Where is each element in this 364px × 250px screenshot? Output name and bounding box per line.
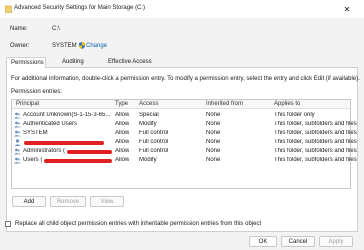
type-cell: Allow	[115, 157, 130, 163]
access-cell: Modify	[139, 157, 157, 163]
user-icon	[14, 139, 21, 146]
ok-button[interactable]: OK	[249, 236, 277, 247]
principal-cell: Account Unknown(S-1-15-3-65...	[23, 112, 111, 118]
permission-entries-table: Principal Type Access Inherited from App…	[11, 99, 357, 189]
table-header: Principal Type Access Inherited from App…	[12, 100, 350, 109]
inherited-cell: None	[206, 112, 221, 118]
name-label: Name:	[10, 26, 28, 32]
permissions-panel: For additional information, double-click…	[6, 68, 360, 232]
close-button[interactable]: ✕	[340, 3, 354, 15]
title-bar: Advanced Security Settings for Main Stor…	[0, 0, 364, 18]
type-cell: Allow	[115, 148, 130, 154]
remove-button[interactable]: Remove	[50, 196, 86, 207]
apply-button[interactable]: Apply	[319, 236, 353, 247]
user-group-icon	[14, 121, 21, 128]
folder-security-icon	[5, 5, 12, 13]
info-text: For additional information, double-click…	[11, 76, 360, 82]
owner-label: Owner:	[10, 43, 30, 49]
inherited-cell: None	[206, 157, 221, 163]
redaction-mark	[44, 159, 112, 163]
table-row[interactable]: Users ( Allow Modify None This folder, s…	[12, 156, 357, 165]
col-inherited-from[interactable]: Inherited from	[206, 101, 243, 107]
access-cell: Full control	[139, 130, 169, 136]
principal-cell: Authenticated Users	[23, 121, 78, 127]
type-cell: Allow	[115, 139, 130, 145]
access-cell: Full control	[139, 139, 169, 145]
user-group-icon	[14, 148, 21, 155]
owner-value: SYSTEM	[52, 43, 77, 49]
table-row[interactable]: Authenticated Users Allow Modify None Th…	[12, 120, 357, 129]
view-button[interactable]: View	[90, 196, 124, 207]
tab-bar: Permissions Auditing Effective Access	[6, 57, 358, 69]
applies-cell: This folder, subfolders and files	[274, 139, 357, 145]
principal-cell: SYSTEM	[23, 130, 48, 136]
access-cell: Full control	[139, 148, 169, 154]
table-row[interactable]: Allow Full control None This folder, sub…	[12, 138, 357, 147]
inherited-cell: None	[206, 130, 221, 136]
close-icon: ✕	[343, 4, 351, 14]
type-cell: Allow	[115, 121, 130, 127]
access-cell: Special	[139, 112, 159, 118]
col-access[interactable]: Access	[139, 101, 158, 107]
table-row[interactable]: SYSTEM Allow Full control None This fold…	[12, 129, 357, 138]
replace-child-permissions-label: Replace all child object permission entr…	[15, 221, 262, 227]
uac-shield-icon	[79, 42, 85, 49]
add-button[interactable]: Add	[12, 196, 46, 207]
cancel-button[interactable]: Cancel	[281, 236, 315, 247]
replace-child-permissions-checkbox[interactable]	[5, 221, 11, 227]
permission-entries-label: Permission entries:	[11, 89, 63, 95]
type-cell: Allow	[115, 112, 130, 118]
name-value: C:\	[52, 26, 60, 32]
user-group-icon	[14, 112, 21, 119]
col-applies-to[interactable]: Applies to	[274, 101, 300, 107]
inherited-cell: None	[206, 121, 221, 127]
access-cell: Modify	[139, 121, 157, 127]
table-row[interactable]: Administrators ( Allow Full control None…	[12, 147, 357, 156]
window-title: Advanced Security Settings for Main Stor…	[14, 5, 146, 11]
col-type[interactable]: Type	[115, 101, 128, 107]
applies-cell: This folder only	[274, 112, 315, 118]
inherited-cell: None	[206, 148, 221, 154]
type-cell: Allow	[115, 130, 130, 136]
tab-effective-access[interactable]: Effective Access	[104, 57, 164, 68]
applies-cell: This folder, subfolders and files	[274, 157, 357, 163]
applies-cell: This folder, subfolders and files	[274, 121, 357, 127]
applies-cell: This folder, subfolders and files	[274, 130, 357, 136]
inherited-cell: None	[206, 139, 221, 145]
dialog-footer: OK Cancel Apply	[0, 234, 364, 250]
tab-auditing[interactable]: Auditing	[58, 57, 94, 68]
table-row[interactable]: Account Unknown(S-1-15-3-65... Allow Spe…	[12, 111, 350, 120]
applies-cell: This folder, subfolders and files	[274, 148, 357, 154]
col-principal[interactable]: Principal	[16, 101, 39, 107]
change-owner-link[interactable]: Change	[86, 43, 107, 49]
redaction-mark	[24, 141, 104, 145]
user-group-icon	[14, 130, 21, 137]
user-group-icon	[14, 157, 21, 164]
redaction-mark	[67, 150, 112, 154]
